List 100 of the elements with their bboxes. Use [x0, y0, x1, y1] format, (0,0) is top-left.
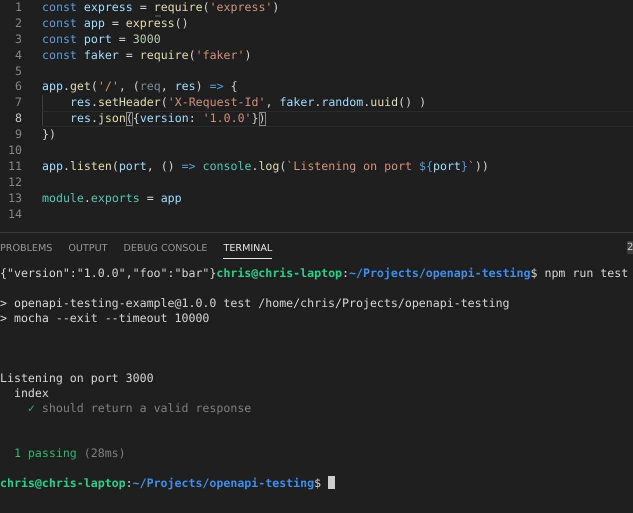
- panel-tab[interactable]: TERMINAL: [223, 241, 272, 259]
- code-token: ,: [265, 95, 274, 112]
- prompt-user: chris@chris-laptop: [216, 266, 342, 280]
- code-token: module: [42, 190, 84, 207]
- code-token: uuid: [370, 95, 398, 112]
- line-number: 2: [14, 16, 22, 32]
- prompt-path: ~/Projects/openapi-testing: [349, 266, 530, 280]
- code-token: console: [202, 158, 252, 175]
- code-token: )): [474, 158, 489, 175]
- code-token: .: [84, 190, 91, 207]
- test-output: should return a valid response: [40, 401, 252, 415]
- code-token: :: [188, 112, 197, 126]
- code-token: =: [118, 32, 127, 48]
- code-token: faker: [279, 95, 314, 112]
- line-number: 12: [7, 174, 22, 191]
- code-token: 'X-Request-Id': [168, 95, 266, 112]
- code-token: port: [118, 158, 147, 175]
- code-token: (: [90, 79, 98, 96]
- code-token: }: [460, 158, 468, 175]
- code-token: const: [42, 16, 78, 32]
- line-number: 9: [14, 127, 22, 144]
- code-token: ): [272, 0, 280, 16]
- code-token: `: [468, 158, 475, 175]
- terminal-text: $: [314, 476, 322, 490]
- code-token: listen: [70, 158, 112, 175]
- line-number: 7: [14, 95, 22, 112]
- code-token: .: [90, 112, 98, 126]
- line-number: 3: [14, 32, 22, 48]
- terminal-text: $ npm run test: [530, 266, 628, 280]
- code-token: .: [90, 95, 98, 112]
- code-token: {: [230, 79, 238, 96]
- prompt-user: chris@chris-laptop: [0, 476, 126, 490]
- code-token: res: [70, 112, 91, 126]
- code-token: .: [314, 95, 322, 112]
- code-token: (: [202, 0, 210, 16]
- code-token: =>: [210, 79, 224, 96]
- terminal-text: :: [342, 266, 350, 280]
- code-token: =: [124, 48, 134, 64]
- panel-tab[interactable]: PROBLEMS: [0, 241, 52, 259]
- code-token: const: [42, 48, 78, 64]
- code-token: res: [70, 95, 91, 112]
- test-result: ✓: [26, 401, 35, 415]
- code-token: ${: [419, 158, 433, 175]
- code-token: require: [140, 48, 189, 64]
- terminal-text: :: [126, 476, 133, 490]
- line-number: 5: [14, 64, 22, 80]
- code-editor[interactable]: [0, 0, 633, 233]
- code-token: express: [126, 16, 175, 32]
- code-token: res: [174, 79, 196, 96]
- code-token: log: [258, 158, 280, 175]
- panel-tab[interactable]: OUTPUT: [68, 241, 108, 259]
- code-token: .: [62, 158, 70, 175]
- code-token: (: [112, 158, 119, 175]
- test-output: (28ms): [82, 446, 126, 460]
- terminal-selector[interactable]: 2: [627, 241, 633, 254]
- code-token: (): [174, 16, 189, 32]
- code-token: '1.0.0': [202, 112, 252, 126]
- code-token: {: [132, 112, 140, 126]
- line-number: 6: [14, 79, 22, 96]
- code-token: , (): [146, 158, 176, 175]
- code-token: =: [138, 0, 148, 16]
- line-number: 8: [14, 111, 22, 128]
- code-token: 3000: [132, 32, 161, 48]
- terminal-text: {"version":"1.0.0","foo":"bar"}: [0, 266, 216, 280]
- code-token: 'express': [210, 0, 272, 16]
- line-number: 1: [14, 0, 22, 16]
- line-number: 13: [7, 190, 22, 207]
- test-result: 1 passing: [12, 446, 77, 460]
- code-token: }: [252, 112, 259, 126]
- code-token: port: [84, 32, 112, 48]
- code-token: =: [146, 190, 155, 207]
- code-token: '/': [98, 79, 119, 96]
- code-token: (: [160, 95, 168, 112]
- code-token: random: [321, 95, 364, 112]
- code-token: const: [42, 32, 78, 48]
- code-token: .: [251, 158, 258, 175]
- terminal-text: Listening on port 3000: [0, 371, 154, 385]
- bracket-match: (: [126, 112, 133, 126]
- code-token: =>: [182, 158, 197, 175]
- code-token: `Listening on port: [286, 158, 414, 175]
- terminal-text: index: [12, 386, 49, 400]
- line-number: 4: [14, 48, 22, 64]
- code-token: json: [98, 112, 126, 126]
- bracket-match: ): [258, 112, 266, 126]
- line-number: 10: [7, 143, 22, 159]
- code-token: get: [70, 79, 91, 96]
- code-token: app: [42, 79, 63, 96]
- code-token: =: [110, 16, 120, 32]
- code-token: setHeader: [98, 95, 161, 112]
- code-token: ,: [160, 79, 169, 96]
- code-token: .: [62, 79, 70, 96]
- line-number: 14: [7, 206, 22, 222]
- code-token: port: [432, 158, 461, 175]
- code-token: 'faker': [196, 48, 244, 64]
- code-token: () ): [398, 95, 426, 112]
- panel-tab[interactable]: DEBUG CONSOLE: [123, 241, 208, 259]
- prompt-path: ~/Projects/openapi-testing: [132, 476, 314, 490]
- code-token: exports: [90, 190, 140, 207]
- code-token: (: [279, 158, 286, 175]
- code-token: (: [188, 48, 196, 64]
